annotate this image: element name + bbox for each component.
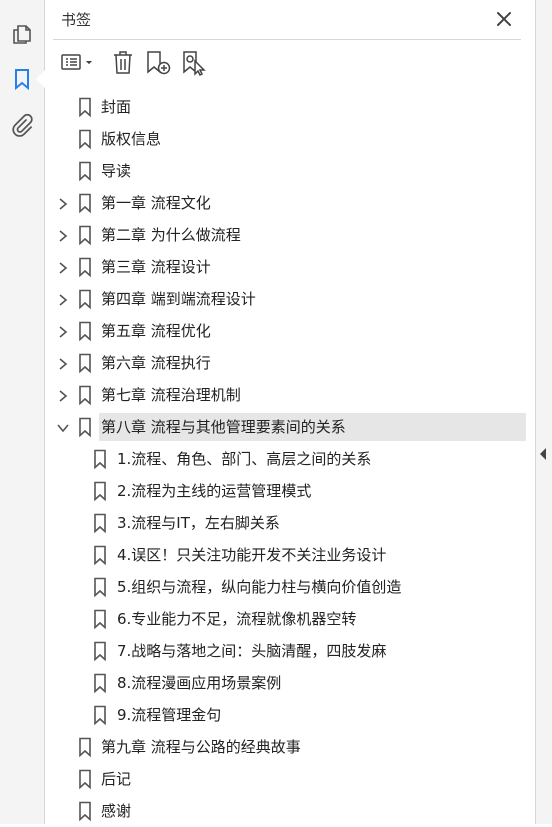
chevron-right-icon[interactable]	[56, 356, 70, 370]
attachment-icon[interactable]	[10, 113, 34, 137]
bookmark-label: 第四章 端到端流程设计	[101, 290, 256, 308]
bookmark-icon	[78, 129, 92, 150]
bookmark-subitem[interactable]: 9.流程管理金句	[45, 699, 535, 731]
bookmark-item[interactable]: 感谢	[45, 795, 535, 827]
bookmark-icon	[78, 353, 92, 374]
bookmark-label: 第六章 流程执行	[101, 354, 211, 372]
bookmark-icon	[78, 225, 92, 246]
bookmark-item[interactable]: 导读	[45, 155, 535, 187]
bookmark-icon	[93, 545, 107, 566]
bookmark-label: 导读	[101, 162, 132, 180]
active-tab-notch	[36, 70, 45, 88]
bookmark-item[interactable]: 第四章 端到端流程设计	[45, 283, 535, 315]
bookmark-icon	[93, 513, 107, 534]
bookmark-label: 9.流程管理金句	[117, 706, 222, 724]
collapse-arrow-icon[interactable]	[540, 448, 546, 460]
panel-title: 书签	[61, 11, 92, 29]
bookmark-from-selection-icon[interactable]	[180, 48, 208, 76]
bookmark-item[interactable]: 第九章 流程与公路的经典故事	[45, 731, 535, 763]
bookmark-item[interactable]: 第一章 流程文化	[45, 187, 535, 219]
bookmark-icon	[78, 257, 92, 278]
bookmark-subitem[interactable]: 8.流程漫画应用场景案例	[45, 667, 535, 699]
bookmark-subitem[interactable]: 5.组织与流程，纵向能力柱与横向价值创造	[45, 571, 535, 603]
bookmark-icon	[78, 289, 92, 310]
bookmark-label: 第七章 流程治理机制	[101, 386, 241, 404]
bookmark-icon	[93, 577, 107, 598]
bookmark-subitem[interactable]: 4.误区！只关注功能开发不关注业务设计	[45, 539, 535, 571]
bookmark-label: 5.组织与流程，纵向能力柱与横向价值创造	[117, 578, 402, 596]
bookmark-label: 2.流程为主线的运营管理模式	[117, 482, 312, 500]
bookmark-subitem[interactable]: 1.流程、角色、部门、高层之间的关系	[45, 443, 535, 475]
chevron-right-icon[interactable]	[56, 292, 70, 306]
bookmark-icon	[78, 769, 92, 790]
bookmark-label: 8.流程漫画应用场景案例	[117, 674, 282, 692]
chevron-right-icon[interactable]	[56, 260, 70, 274]
bookmark-subitem[interactable]: 2.流程为主线的运营管理模式	[45, 475, 535, 507]
bookmark-item[interactable]: 后记	[45, 763, 535, 795]
pages-icon[interactable]	[10, 21, 34, 45]
bookmark-icon	[78, 161, 92, 182]
bookmark-icon	[78, 801, 92, 822]
bookmark-item[interactable]: 封面	[45, 91, 535, 123]
bookmark-icon	[78, 97, 92, 118]
header-divider	[53, 39, 521, 40]
bookmark-label: 第八章 流程与其他管理要素间的关系	[101, 418, 346, 436]
bookmark-icon	[93, 609, 107, 630]
bookmark-item[interactable]: 第二章 为什么做流程	[45, 219, 535, 251]
bookmark-label: 后记	[101, 770, 132, 788]
bookmark-item[interactable]: 第六章 流程执行	[45, 347, 535, 379]
bookmark-label: 1.流程、角色、部门、高层之间的关系	[117, 450, 372, 468]
chevron-down-icon[interactable]	[56, 420, 70, 434]
bookmark-label: 6.专业能力不足，流程就像机器空转	[117, 610, 357, 628]
bookmarks-panel: 书签 封面 版权信息 导读 第一章 流程文化 第二章 为什么做流程 第三章 流程…	[45, 0, 535, 824]
navigation-pane	[0, 0, 45, 824]
bookmark-subitem[interactable]: 6.专业能力不足，流程就像机器空转	[45, 603, 535, 635]
chevron-right-icon[interactable]	[56, 324, 70, 338]
bookmark-label: 封面	[101, 98, 132, 116]
bookmark-label: 第一章 流程文化	[101, 194, 211, 212]
right-collapse-bar[interactable]	[535, 0, 552, 824]
bookmark-item[interactable]: 第七章 流程治理机制	[45, 379, 535, 411]
bookmark-icon	[78, 321, 92, 342]
bookmark-label: 感谢	[101, 802, 132, 820]
bookmark-icon	[93, 641, 107, 662]
bookmark-label: 第三章 流程设计	[101, 258, 211, 276]
bookmark-label: 3.流程与IT，左右脚关系	[117, 514, 280, 532]
bookmark-icon	[93, 673, 107, 694]
bookmark-icon	[78, 193, 92, 214]
bookmark-item[interactable]: 版权信息	[45, 123, 535, 155]
options-menu-button[interactable]	[60, 48, 98, 76]
bookmark-icon	[93, 481, 107, 502]
bookmark-label: 第二章 为什么做流程	[101, 226, 241, 244]
bookmark-item[interactable]: 第五章 流程优化	[45, 315, 535, 347]
bookmark-label: 版权信息	[101, 130, 162, 148]
bookmark-item[interactable]: 第三章 流程设计	[45, 251, 535, 283]
bookmark-label: 第五章 流程优化	[101, 322, 211, 340]
bookmark-icon	[93, 449, 107, 470]
chevron-right-icon[interactable]	[56, 228, 70, 242]
close-icon[interactable]	[493, 8, 515, 30]
bookmark-icon[interactable]	[10, 67, 34, 91]
bookmark-item[interactable]: 第八章 流程与其他管理要素间的关系	[45, 411, 535, 443]
bookmark-icon	[78, 417, 92, 438]
bookmark-subitem[interactable]: 3.流程与IT，左右脚关系	[45, 507, 535, 539]
new-bookmark-icon[interactable]	[144, 48, 172, 76]
delete-icon[interactable]	[111, 48, 135, 76]
bookmark-label: 7.战略与落地之间：头脑清醒，四肢发麻	[117, 642, 387, 660]
chevron-right-icon[interactable]	[56, 388, 70, 402]
bookmark-icon	[78, 737, 92, 758]
bookmark-tree: 封面版权信息导读第一章 流程文化第二章 为什么做流程 第三章 流程设计第四章 端到…	[45, 91, 535, 827]
chevron-right-icon[interactable]	[56, 196, 70, 210]
bookmark-icon	[78, 385, 92, 406]
bookmark-subitem[interactable]: 7.战略与落地之间：头脑清醒，四肢发麻	[45, 635, 535, 667]
bookmark-label: 4.误区！只关注功能开发不关注业务设计	[117, 546, 387, 564]
bookmark-icon	[93, 705, 107, 726]
bookmark-label: 第九章 流程与公路的经典故事	[101, 738, 301, 756]
